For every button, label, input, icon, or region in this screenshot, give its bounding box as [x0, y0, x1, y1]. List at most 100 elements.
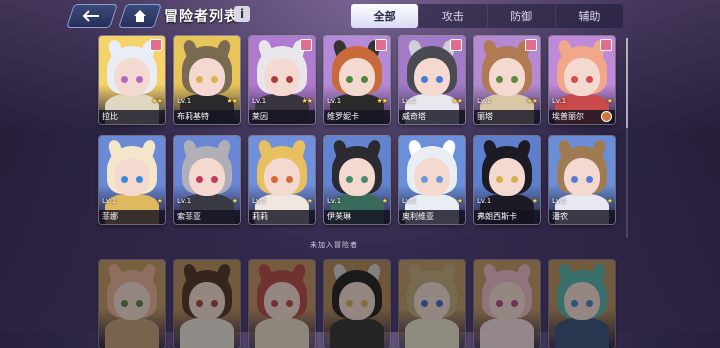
eye: [571, 176, 578, 183]
character-name: 丽塔: [474, 110, 540, 124]
home-icon: [134, 10, 146, 22]
unowned-adventurer-card[interactable]: [474, 260, 540, 348]
adventurer-card[interactable]: Lv.1 ★ 弗朗西斯卡: [474, 136, 540, 224]
outfit: [330, 318, 384, 348]
star-rating: ★: [606, 97, 613, 105]
adventurer-card[interactable]: Lv.1 ★★ 威奇塔: [399, 36, 465, 124]
eye: [571, 76, 578, 83]
tab-attack[interactable]: 攻击: [418, 4, 486, 28]
character-portrait: [324, 260, 390, 348]
star-rating: ★★: [526, 97, 538, 105]
eye: [346, 76, 353, 83]
eye: [586, 76, 593, 83]
character-name: 索菲亚: [174, 210, 240, 224]
face: [489, 58, 525, 96]
scrollbar-thumb[interactable]: [626, 38, 628, 128]
character-name: 伊芙琳: [324, 210, 390, 224]
character-name: 弗朗西斯卡: [474, 210, 540, 224]
level-label: Lv.1: [477, 197, 492, 205]
home-button[interactable]: [118, 4, 162, 28]
adventurer-card[interactable]: ★★ 拉比: [99, 36, 165, 124]
flower-badge-icon: [375, 39, 387, 51]
star-rating: ★★: [451, 97, 463, 105]
page-title: 冒险者列表: [164, 9, 239, 25]
eye: [361, 76, 368, 83]
back-button[interactable]: [66, 4, 118, 28]
outfit: [480, 318, 534, 348]
eye: [121, 76, 128, 83]
face: [339, 58, 375, 96]
unowned-adventurer-card[interactable]: [399, 260, 465, 348]
character-portrait: [249, 260, 315, 348]
adventurer-card[interactable]: Lv.1 ★ 潘农: [549, 136, 615, 224]
character-name: 布莉基特: [174, 110, 240, 124]
eye: [121, 176, 128, 183]
character-name: 潘农: [549, 210, 615, 224]
unowned-adventurer-card[interactable]: [249, 260, 315, 348]
face: [489, 158, 525, 196]
character-name: 莉莉: [249, 210, 315, 224]
flower-badge-icon: [150, 39, 162, 51]
adventurer-card[interactable]: Lv.1 ★★ 丽塔: [474, 36, 540, 124]
flower-badge-icon: [600, 39, 612, 51]
adventurer-card[interactable]: Lv.1 ★ 伊芙琳: [324, 136, 390, 224]
face: [114, 158, 150, 196]
flower-badge-icon: [300, 39, 312, 51]
eye: [286, 300, 293, 307]
face: [114, 282, 150, 320]
tab-bar: 全部 攻击 防御 辅助: [351, 4, 623, 28]
adventurer-card[interactable]: Lv.1 ★ 奥利维亚: [399, 136, 465, 224]
eye: [211, 176, 218, 183]
adventurer-card[interactable]: Lv.1 ★ 埃普丽尔: [549, 36, 615, 124]
star-rating: ★★: [226, 97, 238, 105]
tab-defense[interactable]: 防御: [486, 4, 555, 28]
character-portrait: [549, 260, 615, 348]
adventurer-card[interactable]: Lv.1 ★★ 维罗妮卡: [324, 36, 390, 124]
star-rating: ★: [606, 197, 613, 205]
eye: [211, 76, 218, 83]
eye: [436, 176, 443, 183]
unowned-adventurer-card[interactable]: [549, 260, 615, 348]
eye: [346, 176, 353, 183]
outfit: [255, 318, 309, 348]
eye: [361, 300, 368, 307]
level-label: Lv.1: [552, 197, 567, 205]
eye: [436, 300, 443, 307]
character-name: 奥利维亚: [399, 210, 465, 224]
adventurer-card[interactable]: Lv.1 ★ 菲娜: [99, 136, 165, 224]
adventurer-card[interactable]: Lv.1 ★ 索菲亚: [174, 136, 240, 224]
element-icon: [601, 111, 612, 122]
face: [564, 58, 600, 96]
star-rating: ★★: [301, 97, 313, 105]
star-rating: ★: [231, 197, 238, 205]
unowned-adventurer-card[interactable]: [324, 260, 390, 348]
character-name: 威奇塔: [399, 110, 465, 124]
star-rating: ★★: [151, 97, 163, 105]
adventurer-card[interactable]: Lv.1 ★ 莉莉: [249, 136, 315, 224]
eye: [196, 176, 203, 183]
unowned-adventurer-card[interactable]: [99, 260, 165, 348]
flower-badge-icon: [525, 39, 537, 51]
adventurer-card[interactable]: Lv.1 ★★ 莱因: [249, 36, 315, 124]
info-icon[interactable]: i: [234, 6, 250, 22]
eye: [511, 300, 518, 307]
face: [339, 282, 375, 320]
face: [189, 158, 225, 196]
face: [414, 58, 450, 96]
eye: [136, 76, 143, 83]
unowned-adventurer-card[interactable]: [174, 260, 240, 348]
face: [339, 158, 375, 196]
tab-support[interactable]: 辅助: [554, 4, 623, 28]
eye: [361, 176, 368, 183]
eye: [496, 300, 503, 307]
star-rating: ★★: [376, 97, 388, 105]
face: [564, 282, 600, 320]
adventurer-card[interactable]: Lv.1 ★★ 布莉基特: [174, 36, 240, 124]
star-rating: ★: [531, 197, 538, 205]
face: [189, 282, 225, 320]
eye: [286, 76, 293, 83]
level-label: Lv.1: [477, 97, 492, 105]
tab-all[interactable]: 全部: [351, 4, 419, 28]
level-label: Lv.1: [177, 97, 192, 105]
eye: [136, 176, 143, 183]
